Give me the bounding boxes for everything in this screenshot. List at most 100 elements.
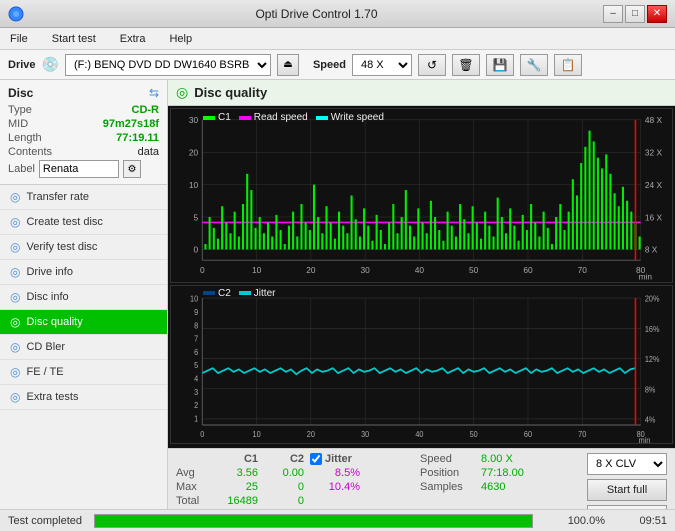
clv-speed-dropdown[interactable]: 8 X CLV bbox=[587, 453, 667, 475]
disc-type-row: Type CD-R bbox=[8, 104, 159, 116]
sidebar-nav: ◎ Transfer rate ◎ Create test disc ◎ Ver… bbox=[0, 185, 167, 509]
read-speed-legend-item: Read speed bbox=[239, 112, 308, 123]
extra-tests-icon: ◎ bbox=[10, 390, 20, 404]
sidebar-item-verify-test-disc[interactable]: ◎ Verify test disc bbox=[0, 235, 167, 260]
status-time: 09:51 bbox=[617, 515, 667, 527]
sidebar-item-fe-te[interactable]: ◎ FE / TE bbox=[0, 360, 167, 385]
svg-text:3: 3 bbox=[194, 387, 199, 397]
save-button[interactable]: 💾 bbox=[486, 54, 514, 76]
chart2-legend: C2 Jitter bbox=[203, 288, 275, 299]
read-speed-legend-label: Read speed bbox=[254, 112, 308, 123]
sidebar-item-transfer-rate[interactable]: ◎ Transfer rate bbox=[0, 185, 167, 210]
sidebar-item-extra-tests[interactable]: ◎ Extra tests bbox=[0, 385, 167, 410]
jitter-legend-label: Jitter bbox=[254, 288, 276, 299]
avg-c2: 0.00 bbox=[264, 467, 304, 479]
fe-te-icon: ◎ bbox=[10, 365, 20, 379]
contents-label: Contents bbox=[8, 146, 52, 158]
sidebar-item-create-test-disc[interactable]: ◎ Create test disc bbox=[0, 210, 167, 235]
total-row: Total 16489 0 bbox=[176, 495, 396, 507]
svg-text:40: 40 bbox=[415, 265, 425, 275]
disc-quality-icon-header: ◎ bbox=[176, 84, 188, 101]
svg-text:7: 7 bbox=[194, 334, 198, 344]
svg-text:20%: 20% bbox=[645, 294, 660, 304]
menu-help[interactable]: Help bbox=[163, 31, 198, 47]
sidebar-item-cd-bler[interactable]: ◎ CD Bler bbox=[0, 335, 167, 360]
eject-button[interactable]: ⏏ bbox=[277, 54, 299, 76]
sidebar-item-disc-quality[interactable]: ◎ Disc quality bbox=[0, 310, 167, 335]
maximize-button[interactable]: □ bbox=[625, 5, 645, 23]
chart2-container: 10 9 8 7 6 5 4 3 2 1 20% 16% 12% 8% 4% bbox=[170, 285, 673, 444]
refresh-button[interactable]: ↺ bbox=[418, 54, 446, 76]
disc-length-row: Length 77:19.11 bbox=[8, 132, 159, 144]
svg-text:16%: 16% bbox=[645, 324, 660, 334]
max-c1: 25 bbox=[218, 481, 258, 493]
max-c2: 0 bbox=[264, 481, 304, 493]
title-bar: Opti Drive Control 1.70 – □ ✕ bbox=[0, 0, 675, 28]
menu-start-test[interactable]: Start test bbox=[46, 31, 102, 47]
svg-text:4: 4 bbox=[194, 374, 199, 384]
disc-quality-title: Disc quality bbox=[194, 85, 267, 100]
svg-text:12%: 12% bbox=[645, 355, 660, 365]
stats-right: Speed 8.00 X Position 77:18.00 Samples 4… bbox=[420, 453, 575, 493]
disc-quality-header: ◎ Disc quality bbox=[168, 80, 675, 106]
jitter-checkbox[interactable] bbox=[310, 453, 322, 465]
speed-select[interactable]: 48 X bbox=[352, 54, 412, 76]
type-value: CD-R bbox=[132, 104, 160, 116]
total-c2: 0 bbox=[264, 495, 304, 507]
type-label: Type bbox=[8, 104, 32, 116]
sidebar-item-disc-info[interactable]: ◎ Disc info bbox=[0, 285, 167, 310]
stats-columns: C1 C2 Jitter Avg 3.56 0.00 8.5% Max 25 bbox=[176, 453, 396, 507]
svg-text:9: 9 bbox=[194, 307, 199, 317]
window-controls: – □ ✕ bbox=[603, 5, 667, 23]
label-settings-button[interactable]: ⚙ bbox=[123, 160, 141, 178]
minimize-button[interactable]: – bbox=[603, 5, 623, 23]
contents-value: data bbox=[138, 146, 159, 158]
max-jitter: 10.4% bbox=[310, 481, 360, 493]
charts-area: 30 20 10 5 0 48 X 32 X 24 X 16 X 8 X 0 1… bbox=[168, 106, 675, 448]
disc-mid-row: MID 97m27s18f bbox=[8, 118, 159, 130]
svg-text:5: 5 bbox=[194, 361, 199, 371]
svg-text:20: 20 bbox=[189, 147, 199, 157]
avg-jitter: 8.5% bbox=[310, 467, 360, 479]
erase-button[interactable]: 🗑 bbox=[452, 54, 480, 76]
disc-arrow-icon[interactable]: ⇆ bbox=[149, 86, 159, 100]
progress-bar-container bbox=[94, 514, 533, 528]
disc-header: Disc ⇆ bbox=[8, 86, 159, 100]
write-speed-legend-label: Write speed bbox=[331, 112, 384, 123]
drive-select[interactable]: (F:) BENQ DVD DD DW1640 BSRB bbox=[65, 54, 271, 76]
cd-bler-label: CD Bler bbox=[26, 341, 65, 353]
speed-label: Speed bbox=[313, 59, 346, 71]
verify-test-disc-icon: ◎ bbox=[10, 240, 20, 254]
svg-text:10: 10 bbox=[189, 180, 199, 190]
svg-text:16 X: 16 X bbox=[645, 212, 662, 222]
svg-text:0: 0 bbox=[200, 265, 205, 275]
write-speed-legend-item: Write speed bbox=[316, 112, 384, 123]
total-c1: 16489 bbox=[218, 495, 258, 507]
position-label: Position bbox=[420, 467, 475, 479]
content-area: ◎ Disc quality bbox=[168, 80, 675, 531]
svg-text:30: 30 bbox=[189, 115, 199, 125]
label-input[interactable] bbox=[39, 160, 119, 178]
status-percent: 100.0% bbox=[545, 515, 605, 527]
drive-icon: 💿 bbox=[42, 56, 59, 73]
svg-text:60: 60 bbox=[524, 429, 533, 439]
extra-tests-label: Extra tests bbox=[26, 391, 78, 403]
svg-text:8%: 8% bbox=[645, 385, 656, 395]
jitter-legend-color bbox=[239, 291, 251, 295]
c1-legend-item: C1 bbox=[203, 112, 231, 123]
close-button[interactable]: ✕ bbox=[647, 5, 667, 23]
svg-text:10: 10 bbox=[190, 294, 199, 304]
disc-quality-icon: ◎ bbox=[10, 315, 20, 329]
menu-file[interactable]: File bbox=[4, 31, 34, 47]
svg-text:20: 20 bbox=[306, 265, 316, 275]
position-row: Position 77:18.00 bbox=[420, 467, 575, 479]
svg-text:8 X: 8 X bbox=[645, 245, 658, 255]
menu-extra[interactable]: Extra bbox=[114, 31, 152, 47]
sidebar-item-drive-info[interactable]: ◎ Drive info bbox=[0, 260, 167, 285]
start-full-button[interactable]: Start full bbox=[587, 479, 667, 501]
settings2-button[interactable]: 🔧 bbox=[520, 54, 548, 76]
save2-button[interactable]: 📋 bbox=[554, 54, 582, 76]
svg-text:0: 0 bbox=[200, 429, 205, 439]
max-label: Max bbox=[176, 481, 212, 493]
drive-label: Drive bbox=[8, 59, 36, 71]
